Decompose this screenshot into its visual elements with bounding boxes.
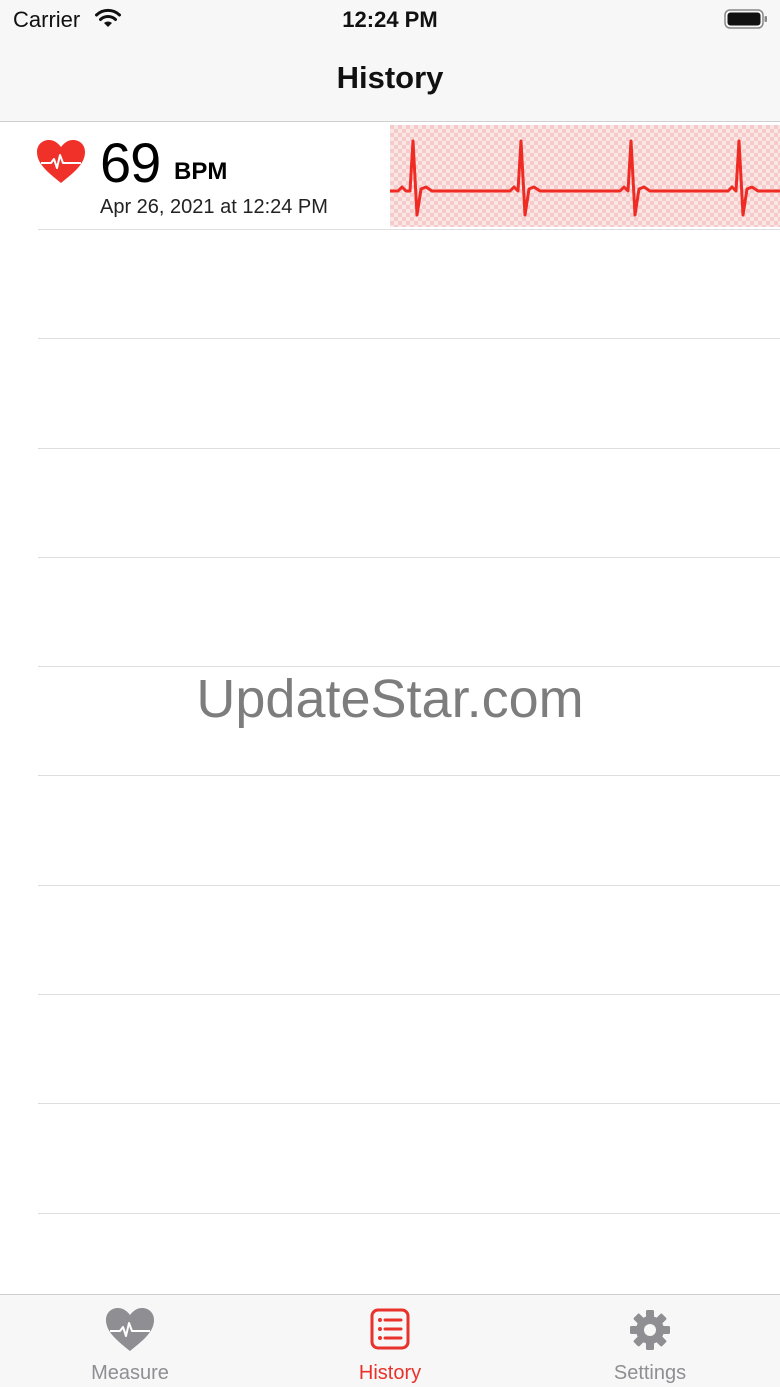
row-separator bbox=[38, 775, 780, 776]
row-separator bbox=[38, 1103, 780, 1104]
row-separator bbox=[38, 229, 780, 230]
row-separator bbox=[38, 1213, 780, 1214]
row-separator bbox=[38, 666, 780, 667]
tab-settings[interactable]: Settings bbox=[520, 1295, 780, 1387]
bpm-value: 69 bbox=[100, 131, 161, 194]
list-item[interactable]: 69 BPM Apr 26, 2021 at 12:24 PM bbox=[0, 122, 780, 231]
battery-icon bbox=[724, 9, 767, 29]
row-separator bbox=[38, 448, 780, 449]
status-time: 12:24 PM bbox=[342, 7, 438, 32]
list-icon bbox=[370, 1308, 410, 1350]
row-separator bbox=[38, 338, 780, 339]
page-title: History bbox=[336, 60, 444, 95]
heart-icon bbox=[106, 1308, 154, 1351]
tab-label: Measure bbox=[91, 1362, 169, 1384]
row-separator bbox=[38, 557, 780, 558]
row-separator bbox=[38, 885, 780, 886]
gear-icon bbox=[630, 1310, 670, 1350]
bpm-unit: BPM bbox=[174, 158, 228, 185]
tab-label: Settings bbox=[613, 1362, 687, 1384]
heart-icon bbox=[37, 140, 85, 183]
ecg-waveform bbox=[390, 125, 780, 227]
watermark-text: UpdateStar.com bbox=[196, 669, 584, 729]
status-bar: Carrier 12:24 PM bbox=[0, 0, 780, 44]
tab-bar: Measure History Settings bbox=[0, 1294, 780, 1387]
tab-measure[interactable]: Measure bbox=[0, 1295, 260, 1387]
tab-history[interactable]: History bbox=[260, 1295, 520, 1387]
navigation-bar: History bbox=[0, 44, 780, 122]
row-separator bbox=[38, 994, 780, 995]
tab-label: History bbox=[358, 1362, 422, 1384]
record-timestamp: Apr 26, 2021 at 12:24 PM bbox=[100, 196, 328, 218]
